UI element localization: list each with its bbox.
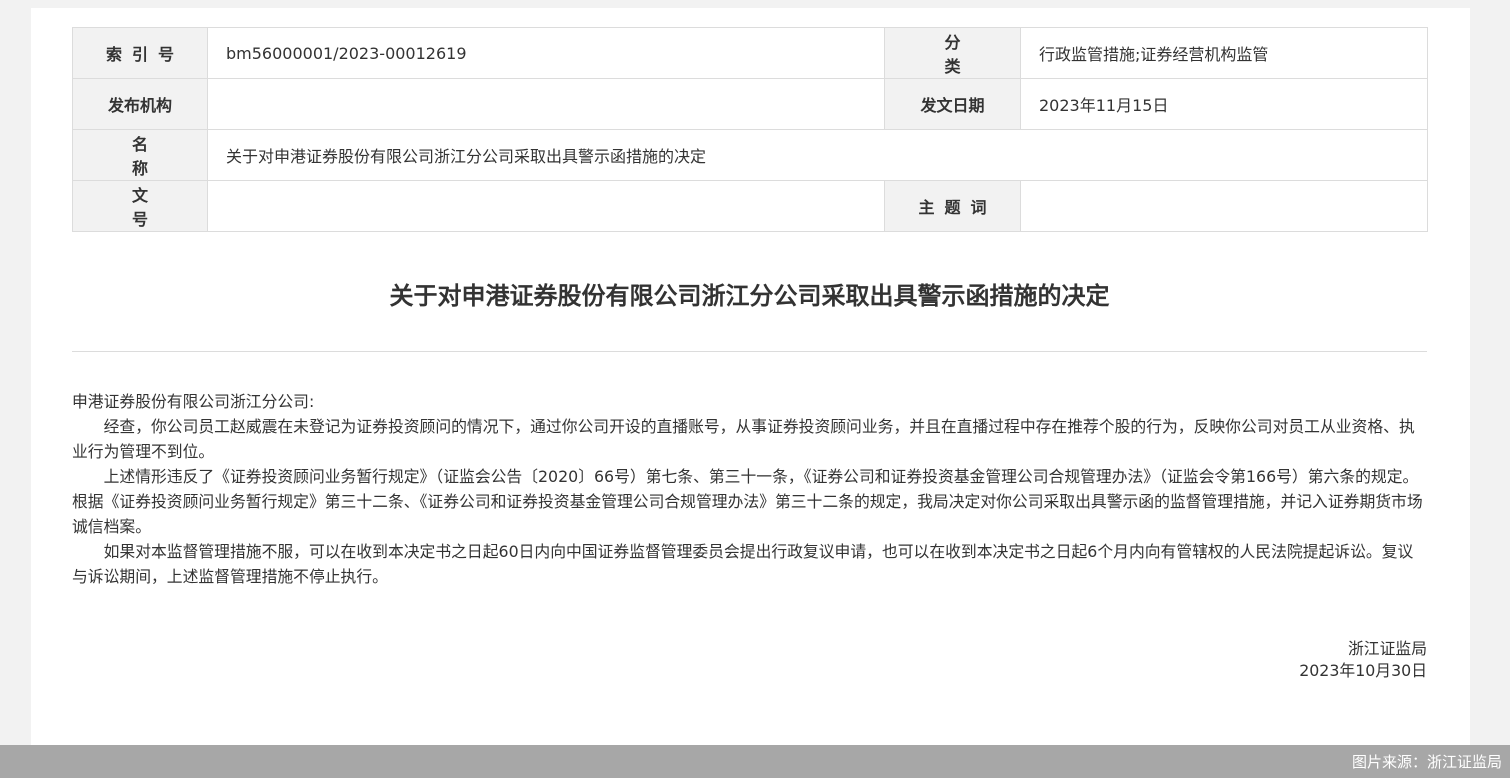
keywords-value: [1020, 180, 1428, 232]
index-label: 索引号: [72, 27, 208, 79]
publisher-label: 发布机构: [72, 78, 208, 130]
document-page: 索引号 bm56000001/2023-00012619 分类 行政监管措施;证…: [31, 8, 1470, 748]
category-value: 行政监管措施;证券经营机构监管: [1020, 27, 1428, 79]
date-value: 2023年11月15日: [1020, 78, 1428, 130]
body-paragraph: 经查，你公司员工赵威震在未登记为证券投资顾问的情况下，通过你公司开设的直播账号，…: [72, 417, 1415, 461]
body-paragraph: 如果对本监督管理措施不服，可以在收到本决定书之日起60日内向中国证券监督管理委员…: [72, 542, 1414, 586]
image-credit: 图片来源：浙江证监局: [1351, 753, 1502, 771]
sign-date: 2023年10月30日: [1299, 661, 1427, 680]
publisher-value: [207, 78, 885, 130]
image-credit-bar: 图片来源：浙江证监局: [0, 745, 1510, 778]
body-paragraph: 上述情形违反了《证券投资顾问业务暂行规定》（证监会公告〔2020〕66号）第七条…: [72, 467, 1423, 536]
docno-value: [207, 180, 885, 232]
metadata-row-name: 名称 关于对申港证券股份有限公司浙江分公司采取出具警示函措施的决定: [72, 129, 1428, 181]
index-value: bm56000001/2023-00012619: [207, 27, 885, 79]
metadata-row-docno: 文号 主题词: [72, 180, 1428, 232]
keywords-label: 主题词: [884, 180, 1021, 232]
document-body: 申港证券股份有限公司浙江分公司: 经查，你公司员工赵威震在未登记为证券投资顾问的…: [72, 389, 1427, 589]
category-label: 分类: [884, 27, 1021, 79]
metadata-row-index: 索引号 bm56000001/2023-00012619 分类 行政监管措施;证…: [72, 27, 1428, 79]
docno-label: 文号: [72, 180, 208, 232]
salutation: 申港证券股份有限公司浙江分公司:: [72, 392, 315, 411]
metadata-table: 索引号 bm56000001/2023-00012619 分类 行政监管措施;证…: [72, 27, 1428, 232]
metadata-row-publisher: 发布机构 发文日期 2023年11月15日: [72, 78, 1428, 130]
name-value: 关于对申港证券股份有限公司浙江分公司采取出具警示函措施的决定: [207, 129, 1428, 181]
signer: 浙江证监局: [1348, 639, 1427, 658]
name-label: 名称: [72, 129, 208, 181]
date-label: 发文日期: [884, 78, 1021, 130]
document-title: 关于对申港证券股份有限公司浙江分公司采取出具警示函措施的决定: [389, 282, 1110, 310]
signature-block: 浙江证监局 2023年10月30日: [1299, 638, 1427, 682]
title-divider: [72, 351, 1427, 352]
